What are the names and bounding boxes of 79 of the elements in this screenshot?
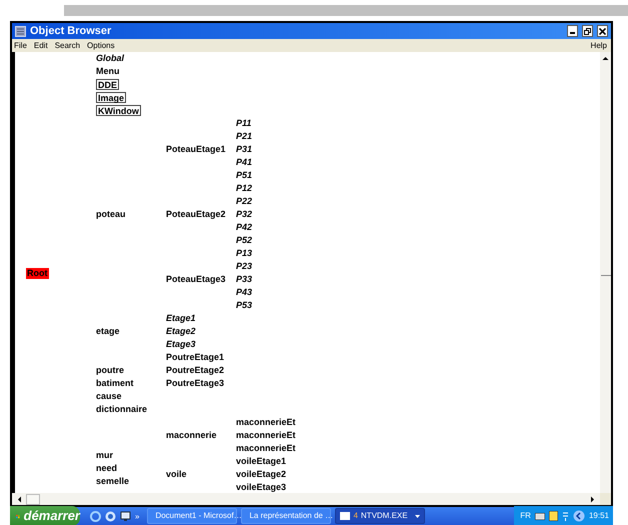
tree-node[interactable]: PoutreEtage3 xyxy=(166,378,224,389)
minimize-button[interactable] xyxy=(567,25,578,37)
horizontal-scrollbar[interactable] xyxy=(12,493,600,505)
caret-icon xyxy=(415,514,420,518)
clock: 19:51 xyxy=(588,510,609,522)
tree-node[interactable]: maconnerieEt xyxy=(236,443,296,454)
tree-node[interactable]: P11 xyxy=(236,118,252,129)
tree-node[interactable]: Etage2 xyxy=(166,326,196,337)
chevron-left-icon[interactable] xyxy=(572,510,585,522)
start-button[interactable]: démarrer xyxy=(10,506,80,525)
tree-node[interactable]: P41 xyxy=(236,157,252,168)
tree-node[interactable]: PoteauEtage3 xyxy=(166,274,226,285)
tree-node[interactable]: P21 xyxy=(236,131,252,142)
tree-node[interactable]: P42 xyxy=(236,222,252,233)
vertical-scrollbar[interactable] xyxy=(600,52,611,493)
tree-node[interactable]: voile xyxy=(166,469,187,480)
minimize-icon xyxy=(570,32,575,34)
tree-node[interactable]: KWindow xyxy=(96,105,141,116)
menu-item[interactable]: File xyxy=(14,40,27,52)
menu-item[interactable]: Options xyxy=(87,40,115,52)
tree-node[interactable]: need xyxy=(96,462,118,474)
tree-node[interactable]: poutre xyxy=(96,365,124,376)
tree-node[interactable]: Menu xyxy=(96,66,120,77)
tree-node[interactable]: P52 xyxy=(236,235,252,246)
window-title: Object Browser xyxy=(30,24,112,39)
tree-node[interactable]: P23 xyxy=(236,261,252,272)
scroll-thumb[interactable] xyxy=(26,494,40,504)
tree-node[interactable]: etage xyxy=(96,326,120,337)
tree-node[interactable]: P51 xyxy=(236,170,252,181)
taskbar-button[interactable]: La représentation de … xyxy=(241,508,332,524)
window-icon xyxy=(340,512,350,520)
tree-node[interactable]: P22 xyxy=(236,196,252,207)
tree-node[interactable]: P43 xyxy=(236,287,252,298)
tree-node[interactable]: P31 xyxy=(236,144,252,155)
tree-node[interactable]: maconnerie xyxy=(166,430,217,441)
menu-item[interactable]: Edit xyxy=(34,40,48,52)
tree-node[interactable]: dictionnaire xyxy=(96,404,148,415)
scroll-up-icon[interactable] xyxy=(601,54,610,63)
tree-node[interactable]: poteau xyxy=(96,209,126,220)
menu-item[interactable]: Help xyxy=(590,40,609,52)
close-icon xyxy=(599,28,606,34)
restore-button[interactable] xyxy=(582,25,593,37)
tree-node[interactable]: Image xyxy=(96,92,126,103)
tree-node[interactable]: batiment xyxy=(96,378,134,389)
tree-node[interactable]: maconnerieEt xyxy=(236,417,296,428)
tree-node[interactable]: PoutreEtage1 xyxy=(166,352,224,363)
globe-icon[interactable] xyxy=(105,510,116,522)
tree-node[interactable]: mur xyxy=(96,450,114,460)
browser-icon[interactable] xyxy=(90,510,101,522)
task-count: 4 xyxy=(353,510,358,522)
tree-node[interactable]: voileEtage2 xyxy=(236,469,286,480)
tree-node[interactable]: Etage3 xyxy=(166,339,196,350)
taskbar-button[interactable]: 4 NTVDM.EXE xyxy=(335,508,426,524)
more-chevron[interactable]: » xyxy=(135,512,140,520)
close-button[interactable] xyxy=(597,25,608,37)
tree-node[interactable]: P13 xyxy=(236,248,252,259)
tree-node[interactable]: cause xyxy=(96,391,122,402)
tree-node[interactable]: Etage1 xyxy=(166,313,196,324)
restore-icon xyxy=(584,28,591,34)
tree-node[interactable]: PoteauEtage2 xyxy=(166,209,226,220)
scroll-thumb[interactable] xyxy=(600,275,610,279)
window-icon xyxy=(15,26,26,36)
tree-node[interactable]: voileEtage1 xyxy=(236,456,286,467)
tree-node[interactable]: voileEtage3 xyxy=(236,482,286,493)
help-icon[interactable] xyxy=(548,511,558,521)
tree-node[interactable]: P53 xyxy=(236,300,252,311)
tree-node[interactable]: maconnerieEt xyxy=(236,430,296,441)
tree-node[interactable]: P33 xyxy=(236,274,252,285)
menu-item[interactable]: Search xyxy=(54,40,80,52)
tree-node[interactable]: Root xyxy=(26,268,48,280)
tree-node[interactable]: semelle xyxy=(96,476,130,486)
tree-node[interactable]: P12 xyxy=(236,183,252,194)
keyboard-icon[interactable] xyxy=(534,512,545,520)
desktop-icon[interactable] xyxy=(120,510,131,522)
tree-node[interactable]: DDE xyxy=(96,79,120,90)
tree-node[interactable]: PoteauEtage1 xyxy=(166,144,226,155)
tree-node[interactable]: Global xyxy=(96,53,124,64)
tree-node[interactable]: P32 xyxy=(236,209,252,220)
tree-node[interactable]: PoutreEtage2 xyxy=(166,365,224,376)
